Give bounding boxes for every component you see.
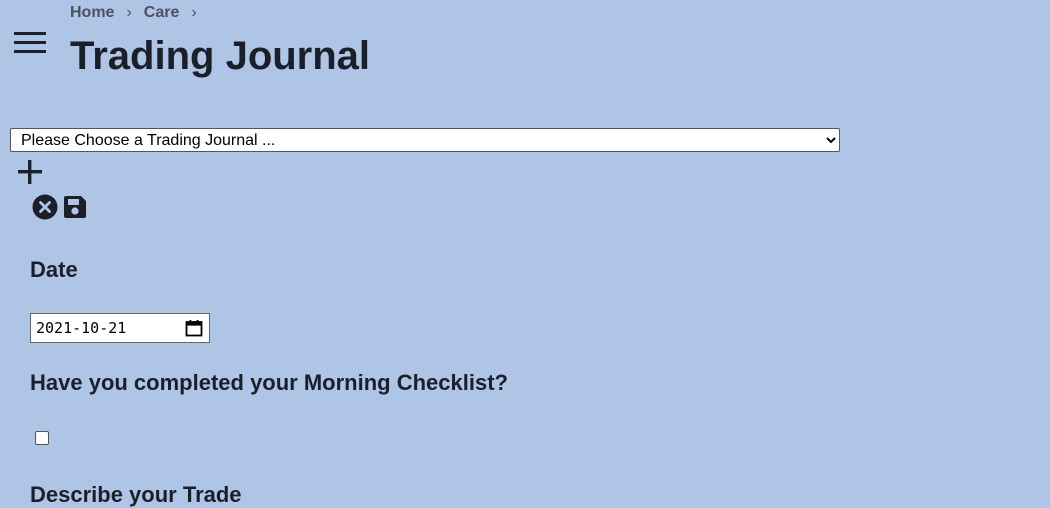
save-button[interactable] [62,194,88,220]
breadcrumb-care[interactable]: Care [144,4,180,22]
breadcrumb-home[interactable]: Home [70,4,114,22]
breadcrumb-separator: › [126,4,132,21]
morning-checklist-label: Have you completed your Morning Checklis… [30,370,508,395]
date-label: Date [30,257,78,282]
hamburger-menu-icon[interactable] [14,32,46,54]
date-value: 2021-10-21 [36,319,127,337]
morning-checklist-checkbox[interactable] [35,431,49,445]
date-input[interactable]: 2021-10-21 [30,313,210,343]
plus-icon [18,160,42,184]
page-title: Trading Journal [70,34,371,78]
breadcrumb: Home › Care › [70,4,209,22]
describe-trade-label: Describe your Trade [30,482,242,507]
save-floppy-icon [64,196,86,218]
cancel-button[interactable] [32,194,58,220]
journal-select[interactable]: Please Choose a Trading Journal ... [10,128,840,152]
breadcrumb-separator: › [191,4,197,21]
calendar-icon[interactable] [185,319,203,337]
close-circle-icon [32,194,58,220]
add-journal-button[interactable] [16,158,44,186]
